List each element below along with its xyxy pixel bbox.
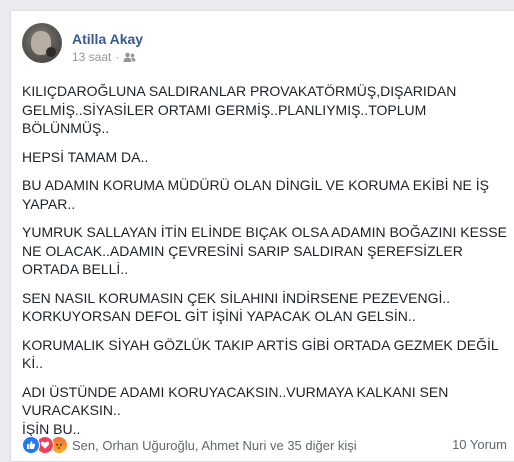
post-meta: 13 saat · <box>72 50 136 64</box>
author-name-link[interactable]: Atilla Akay <box>72 31 143 47</box>
reactors-list-link[interactable]: Sen, Orhan Uğuroğlu, Ahmet Nuri ve 35 di… <box>72 438 357 453</box>
post-paragraph: ADI ÜSTÜNDE ADAMI KORUYACAKSIN..VURMAYA … <box>22 383 449 437</box>
post-timestamp[interactable]: 13 saat <box>72 50 111 64</box>
like-icon[interactable] <box>22 436 40 454</box>
post-paragraph: YUMRUK SALLAYAN İTİN ELİNDE BIÇAK OLSA A… <box>22 224 507 277</box>
meta-separator: · <box>115 50 120 64</box>
post-card: Atilla Akay 13 saat · KILIÇDAROĞLUNA SAL… <box>10 10 514 462</box>
friends-icon[interactable] <box>123 52 136 63</box>
reactions-summary[interactable]: Sen, Orhan Uğuroğlu, Ahmet Nuri ve 35 di… <box>22 436 357 454</box>
post-paragraph: KORUMALIK SİYAH GÖZLÜK TAKIP ARTİS GİBİ … <box>22 336 499 372</box>
post-paragraph: HEPSİ TAMAM DA.. <box>22 148 149 165</box>
post-paragraph: BU ADAMIN KORUMA MÜDÜRÜ OLAN DİNGİL VE K… <box>22 177 490 212</box>
post-paragraph: KILIÇDAROĞLUNA SALDIRANLAR PROVAKATÖRMÜŞ… <box>22 83 457 136</box>
avatar-microphone <box>46 47 56 57</box>
comments-count-link[interactable]: 10 Yorum <box>452 437 507 452</box>
author-avatar[interactable] <box>22 23 62 63</box>
post-body: KILIÇDAROĞLUNA SALDIRANLAR PROVAKATÖRMÜŞ… <box>22 82 512 448</box>
post-paragraph: SEN NASIL KORUMASIN ÇEK SİLAHINI İNDİRSE… <box>22 289 451 325</box>
